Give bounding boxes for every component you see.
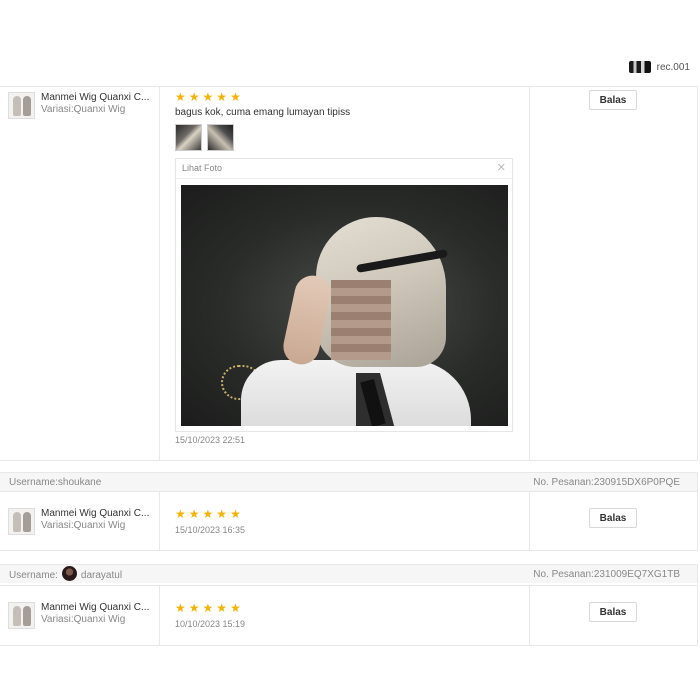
product-thumbnail — [8, 602, 35, 629]
username: darayatul — [80, 569, 123, 581]
photo-viewer: Lihat Foto ✕ — [175, 158, 513, 432]
action-column: Balas — [530, 492, 697, 550]
review-photo-large — [181, 185, 508, 426]
review-header: Username:shoukane No. Pesanan:230915DX6P… — [0, 472, 698, 491]
product-variant: Variasi:Quanxi Wig — [41, 520, 126, 531]
product-column: Manmei Wig Quanxi C... Variasi:Quanxi Wi… — [0, 87, 160, 460]
order-number: No. Pesanan:231009EQ7XG1TB — [533, 569, 680, 580]
action-column: Balas — [530, 87, 697, 460]
star-rating: ★ ★ ★ ★ ★ — [175, 508, 241, 520]
action-column: Balas — [530, 586, 697, 645]
star-icon: ★ — [230, 507, 241, 521]
review-row: Manmei Wig Quanxi C... Variasi:Quanxi Wi… — [0, 86, 698, 461]
star-icon: ★ — [175, 601, 186, 615]
avatar — [61, 566, 77, 581]
star-icon: ★ — [202, 601, 214, 615]
star-icon: ★ — [216, 601, 228, 615]
star-icon: ★ — [216, 90, 228, 104]
review-row: Manmei Wig Quanxi C... Variasi:Quanxi Wi… — [0, 585, 698, 646]
product-name: Manmei Wig Quanxi C... — [41, 508, 150, 519]
review-date: 15/10/2023 22:51 — [175, 435, 246, 445]
product-info[interactable]: Manmei Wig Quanxi C... Variasi:Quanxi Wi… — [8, 602, 149, 629]
reply-button[interactable]: Balas — [589, 508, 637, 528]
star-icon: ★ — [175, 507, 186, 521]
review-row: Manmei Wig Quanxi C... Variasi:Quanxi Wi… — [0, 491, 698, 551]
product-column: Manmei Wig Quanxi C... Variasi:Quanxi Wi… — [0, 492, 160, 550]
product-thumbnail — [8, 508, 35, 535]
review-body: ★ ★ ★ ★ ★ bagus kok, cuma emang lumayan … — [160, 87, 530, 460]
review-photo-thumbnail[interactable] — [175, 124, 202, 151]
product-column: Manmei Wig Quanxi C... Variasi:Quanxi Wi… — [0, 586, 160, 645]
review-body: ★ ★ ★ ★ ★ 10/10/2023 15:19 — [160, 586, 530, 645]
star-rating: ★ ★ ★ ★ ★ — [175, 602, 241, 614]
review-date: 15/10/2023 16:35 — [175, 525, 246, 535]
current-username: rec.001 — [656, 61, 690, 73]
product-name: Manmei Wig Quanxi C... — [41, 602, 150, 613]
photo-viewer-title: Lihat Foto — [182, 163, 223, 173]
review-body: ★ ★ ★ ★ ★ 15/10/2023 16:35 — [160, 492, 530, 550]
current-user[interactable]: rec.001 — [628, 61, 690, 73]
username-label: Username: — [9, 569, 58, 581]
review-comment: bagus kok, cuma emang lumayan tipiss — [175, 107, 351, 118]
product-info[interactable]: Manmei Wig Quanxi C... Variasi:Quanxi Wi… — [8, 92, 149, 119]
star-icon: ★ — [202, 507, 214, 521]
review-photo-thumbnail[interactable] — [207, 124, 234, 151]
star-icon: ★ — [188, 507, 200, 521]
star-icon: ★ — [230, 90, 241, 104]
review-date: 10/10/2023 15:19 — [175, 619, 246, 629]
star-icon: ★ — [188, 601, 200, 615]
pixelated-face — [331, 280, 391, 360]
product-info[interactable]: Manmei Wig Quanxi C... Variasi:Quanxi Wi… — [8, 508, 149, 535]
reply-button[interactable]: Balas — [589, 602, 637, 622]
product-variant: Variasi:Quanxi Wig — [41, 614, 126, 625]
order-number: No. Pesanan:230915DX6P0PQE — [533, 477, 680, 488]
avatar — [628, 61, 651, 73]
star-rating: ★ ★ ★ ★ ★ — [175, 91, 241, 103]
star-icon: ★ — [188, 90, 200, 104]
username-label: Username:shoukane — [9, 477, 102, 488]
review-header: Username: darayatul No. Pesanan:231009EQ… — [0, 564, 698, 583]
username-info: Username: darayatul — [9, 566, 123, 581]
star-icon: ★ — [216, 507, 228, 521]
close-icon[interactable]: ✕ — [497, 161, 506, 174]
product-variant: Variasi:Quanxi Wig — [41, 104, 126, 115]
reply-button[interactable]: Balas — [589, 90, 637, 110]
star-icon: ★ — [202, 90, 214, 104]
product-thumbnail — [8, 92, 35, 119]
photo-viewer-header: Lihat Foto ✕ — [176, 159, 512, 179]
product-name: Manmei Wig Quanxi C... — [41, 92, 150, 103]
star-icon: ★ — [175, 90, 186, 104]
review-photos — [175, 124, 234, 151]
star-icon: ★ — [230, 601, 241, 615]
